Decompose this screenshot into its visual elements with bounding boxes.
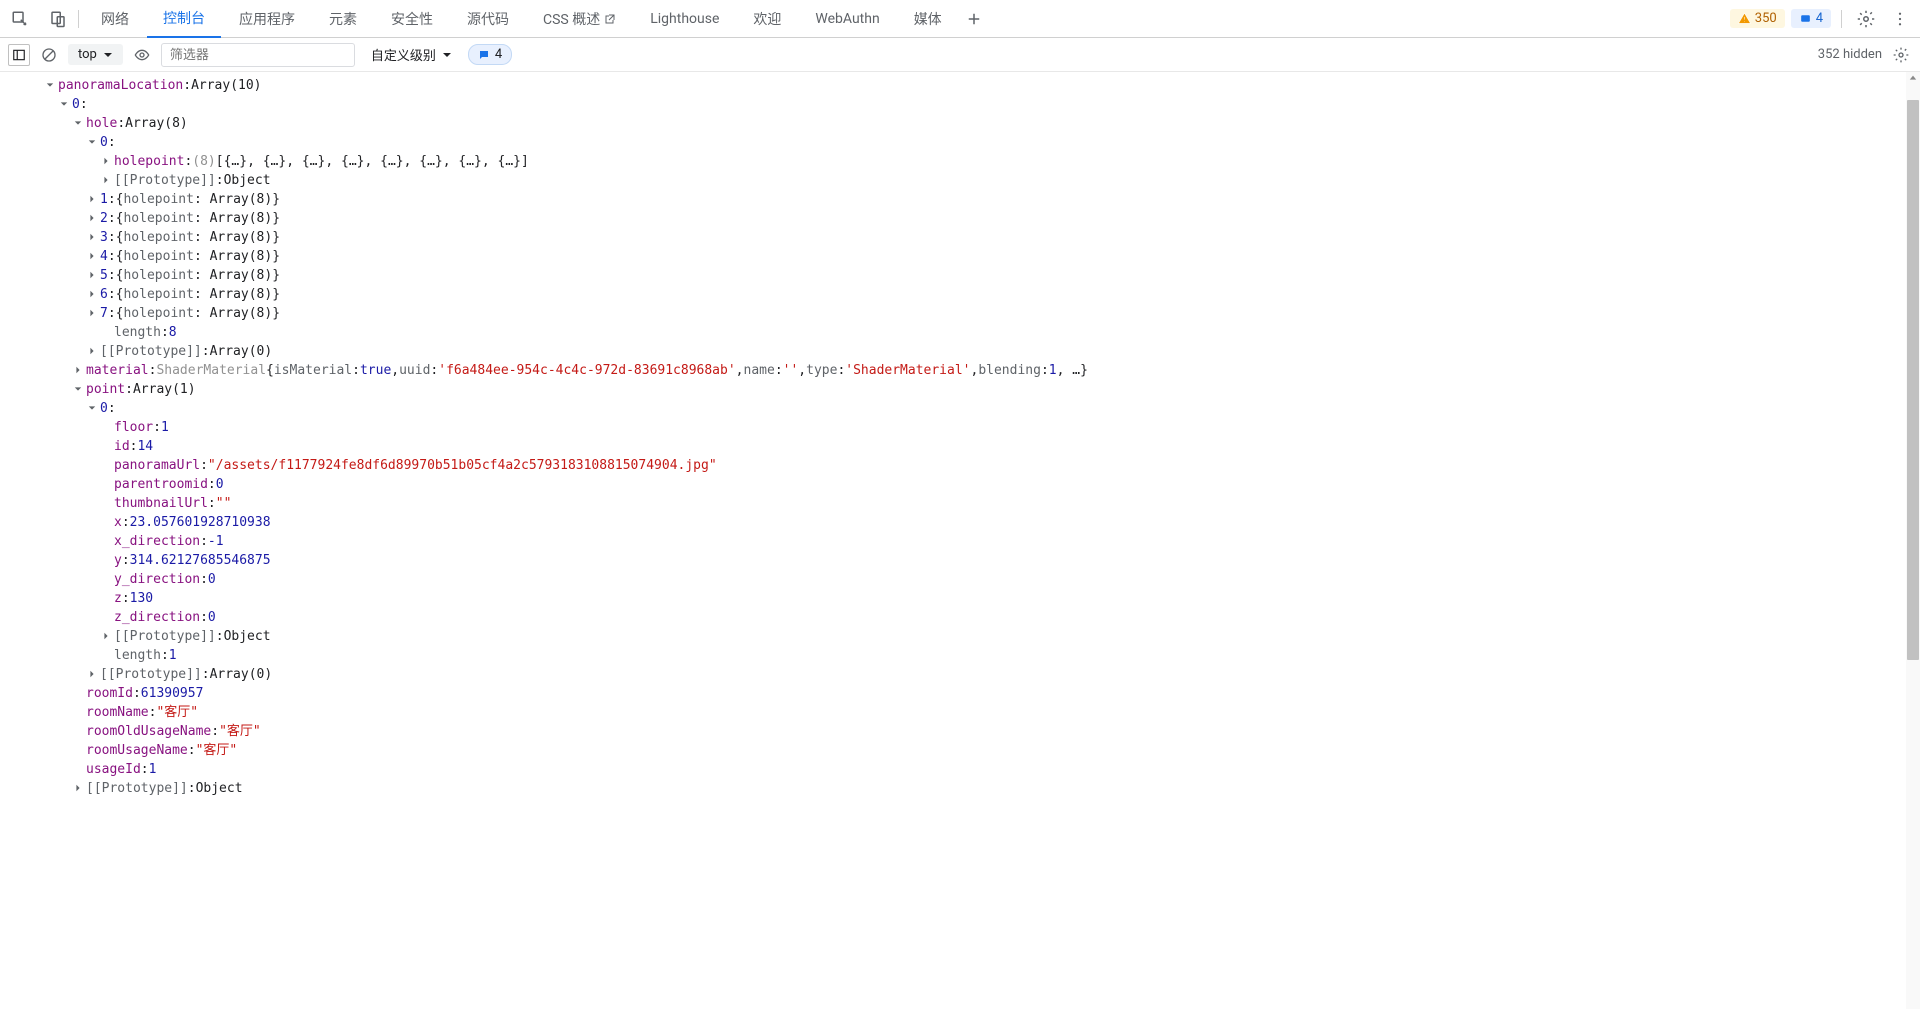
chat-icon xyxy=(478,49,490,61)
tree-row[interactable]: usageId: 1 xyxy=(44,760,1920,779)
tree-row[interactable]: [[Prototype]]: Object xyxy=(44,627,1920,646)
arrow-right-icon[interactable] xyxy=(86,231,98,243)
tree-row[interactable]: 1: {holepoint: Array(8)} xyxy=(44,190,1920,209)
tree-row[interactable]: 2: {holepoint: Array(8)} xyxy=(44,209,1920,228)
tab-console[interactable]: 控制台 xyxy=(147,0,221,38)
tree-row[interactable]: id: 14 xyxy=(44,437,1920,456)
tree-row[interactable]: 6: {holepoint: Array(8)} xyxy=(44,285,1920,304)
chevron-down-icon xyxy=(103,50,113,60)
tab-sources[interactable]: 源代码 xyxy=(451,0,525,38)
tab-media[interactable]: 媒体 xyxy=(898,0,958,38)
tree-row[interactable]: panoramaLocation: Array(10) xyxy=(44,76,1920,95)
tree-row[interactable]: [[Prototype]]: Object xyxy=(44,779,1920,798)
tree-row[interactable]: thumbnailUrl: "" xyxy=(44,494,1920,513)
arrow-down-icon[interactable] xyxy=(86,136,98,148)
inspect-element-icon[interactable] xyxy=(6,5,34,33)
arrow-right-icon[interactable] xyxy=(86,269,98,281)
live-expression-icon[interactable] xyxy=(131,44,153,66)
tree-row[interactable]: length: 1 xyxy=(44,646,1920,665)
more-icon[interactable] xyxy=(1886,5,1914,33)
infos-badge[interactable]: 4 xyxy=(1791,9,1831,28)
console-toolbar: top 自定义级别 4 352 hidden xyxy=(0,38,1920,72)
tree-row[interactable]: z: 130 xyxy=(44,589,1920,608)
arrow-right-icon[interactable] xyxy=(86,668,98,680)
tree-row[interactable]: y: 314.62127685546875 xyxy=(44,551,1920,570)
tree-row[interactable]: 4: {holepoint: Array(8)} xyxy=(44,247,1920,266)
tree-row[interactable]: parentroomid: 0 xyxy=(44,475,1920,494)
tree-row[interactable]: roomOldUsageName: "客厅" xyxy=(44,722,1920,741)
scrollbar[interactable] xyxy=(1906,72,1920,1009)
filter-input[interactable] xyxy=(161,43,355,67)
tree-row[interactable]: 0: xyxy=(44,133,1920,152)
scroll-up-icon[interactable] xyxy=(1907,71,1919,85)
tree-row[interactable]: z_direction: 0 xyxy=(44,608,1920,627)
arrow-right-icon[interactable] xyxy=(86,288,98,300)
scrollbar-thumb[interactable] xyxy=(1907,100,1919,660)
tree-row[interactable]: 0: xyxy=(44,399,1920,418)
tree-row[interactable]: material: ShaderMaterial {isMaterial: tr… xyxy=(44,361,1920,380)
tree-row[interactable]: roomName: "客厅" xyxy=(44,703,1920,722)
arrow-right-icon[interactable] xyxy=(72,364,84,376)
tree-row[interactable]: x: 23.057601928710938 xyxy=(44,513,1920,532)
tree-row[interactable]: [[Prototype]]: Array(0) xyxy=(44,342,1920,361)
issues-badge[interactable]: 4 xyxy=(468,44,512,65)
warnings-badge[interactable]: 350 xyxy=(1730,9,1785,28)
tab-security[interactable]: 安全性 xyxy=(375,0,449,38)
tree-row[interactable]: 7: {holepoint: Array(8)} xyxy=(44,304,1920,323)
console-settings-icon[interactable] xyxy=(1890,44,1912,66)
tab-lighthouse[interactable]: Lighthouse xyxy=(634,0,735,38)
tree-row[interactable]: x_direction: -1 xyxy=(44,532,1920,551)
log-level-selector[interactable]: 自定义级别 xyxy=(363,42,460,67)
device-toggle-icon[interactable] xyxy=(44,5,72,33)
tab-welcome[interactable]: 欢迎 xyxy=(737,0,797,38)
tree-row[interactable]: y_direction: 0 xyxy=(44,570,1920,589)
tree-row[interactable]: holepoint: (8) [{…}, {…}, {…}, {…}, {…},… xyxy=(44,152,1920,171)
arrow-right-icon[interactable] xyxy=(86,307,98,319)
tab-elements[interactable]: 元素 xyxy=(313,0,373,38)
chevron-down-icon xyxy=(442,50,452,60)
arrow-right-icon[interactable] xyxy=(100,155,112,167)
context-selector[interactable]: top xyxy=(68,44,123,65)
tree-row[interactable]: roomUsageName: "客厅" xyxy=(44,741,1920,760)
tree-row[interactable]: hole: Array(8) xyxy=(44,114,1920,133)
arrow-right-icon[interactable] xyxy=(86,345,98,357)
arrow-down-icon[interactable] xyxy=(72,117,84,129)
tree-row[interactable]: 0: xyxy=(44,95,1920,114)
hidden-count[interactable]: 352 hidden xyxy=(1818,47,1882,62)
tree-row[interactable]: [[Prototype]]: Object xyxy=(44,171,1920,190)
arrow-right-icon[interactable] xyxy=(86,212,98,224)
devtools-tabbar: 网络 控制台 应用程序 元素 安全性 源代码 CSS 概述 Lighthouse… xyxy=(0,0,1920,38)
tree-row[interactable]: point: Array(1) xyxy=(44,380,1920,399)
arrow-down-icon[interactable] xyxy=(86,402,98,414)
tab-application[interactable]: 应用程序 xyxy=(223,0,311,38)
arrow-right-icon[interactable] xyxy=(100,630,112,642)
external-icon xyxy=(604,13,616,25)
tree-row[interactable]: 3: {holepoint: Array(8)} xyxy=(44,228,1920,247)
tab-webauthn[interactable]: WebAuthn xyxy=(799,0,895,38)
sidebar-toggle-icon[interactable] xyxy=(8,44,30,66)
arrow-right-icon[interactable] xyxy=(86,250,98,262)
tree-row[interactable]: roomId: 61390957 xyxy=(44,684,1920,703)
tree-row[interactable]: panoramaUrl: "/assets/f1177924fe8df6d899… xyxy=(44,456,1920,475)
arrow-down-icon[interactable] xyxy=(72,383,84,395)
console-output[interactable]: panoramaLocation: Array(10) 0: hole: Arr… xyxy=(0,72,1920,1009)
tab-css-overview[interactable]: CSS 概述 xyxy=(527,0,632,38)
tab-network[interactable]: 网络 xyxy=(85,0,145,38)
arrow-down-icon[interactable] xyxy=(44,79,56,91)
tree-row[interactable]: [[Prototype]]: Array(0) xyxy=(44,665,1920,684)
arrow-right-icon[interactable] xyxy=(86,193,98,205)
clear-console-icon[interactable] xyxy=(38,44,60,66)
settings-icon[interactable] xyxy=(1852,5,1880,33)
tree-row[interactable]: floor: 1 xyxy=(44,418,1920,437)
tree-row[interactable]: 5: {holepoint: Array(8)} xyxy=(44,266,1920,285)
add-tab-icon[interactable] xyxy=(960,5,988,33)
tree-row[interactable]: length: 8 xyxy=(44,323,1920,342)
arrow-right-icon[interactable] xyxy=(100,174,112,186)
arrow-down-icon[interactable] xyxy=(58,98,70,110)
arrow-right-icon[interactable] xyxy=(72,782,84,794)
